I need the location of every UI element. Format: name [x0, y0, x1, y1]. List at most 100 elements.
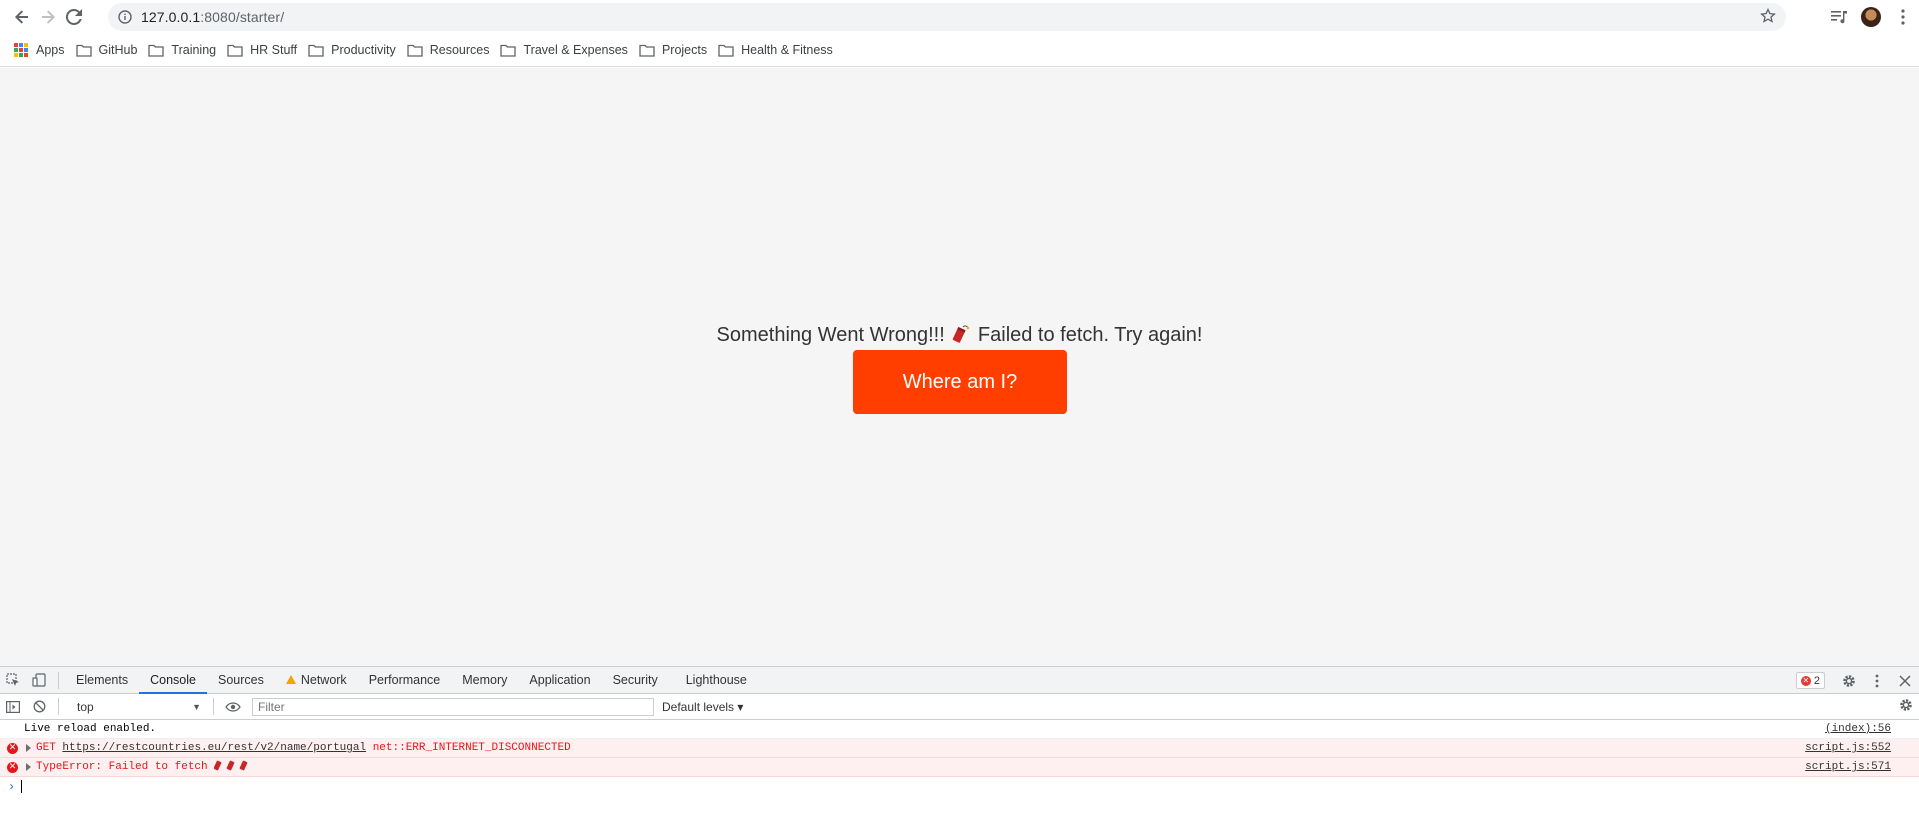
- folder-icon: [718, 44, 734, 57]
- bookmark-label: Travel & Expenses: [523, 43, 628, 57]
- bookmark-productivity[interactable]: Productivity: [306, 37, 405, 63]
- tab-memory[interactable]: Memory: [451, 667, 518, 694]
- bookmark-label: Training: [171, 43, 217, 57]
- divider: [58, 671, 59, 689]
- bookmark-training[interactable]: Training: [146, 37, 225, 63]
- device-toolbar-icon[interactable]: [26, 667, 52, 694]
- error-message-text: TypeError: Failed to fetch: [36, 761, 208, 773]
- log-message: Live reload enabled.: [24, 723, 157, 735]
- console-prompt[interactable]: ›: [0, 777, 1919, 796]
- bookmark-apps[interactable]: Apps: [12, 37, 74, 63]
- folder-icon: [407, 44, 423, 57]
- bookmark-resources[interactable]: Resources: [405, 37, 499, 63]
- error-count: 2: [1813, 674, 1820, 687]
- bookmark-projects[interactable]: Projects: [637, 37, 716, 63]
- bookmark-label: GitHub: [98, 43, 138, 57]
- request-url-link[interactable]: https://restcountries.eu/rest/v2/name/po…: [62, 742, 366, 754]
- error-row[interactable]: ✕ GET https://restcountries.eu/rest/v2/n…: [0, 739, 1919, 758]
- error-icon: ✕: [7, 743, 18, 754]
- info-icon[interactable]: [118, 10, 132, 24]
- folder-icon: [500, 44, 517, 57]
- devtools-close-icon[interactable]: [1891, 667, 1919, 694]
- bookmark-label: HR Stuff: [250, 43, 298, 57]
- media-controls-icon[interactable]: [1823, 2, 1855, 32]
- expand-triangle-icon[interactable]: [26, 744, 31, 752]
- folder-icon: [75, 44, 92, 57]
- clear-console-icon[interactable]: [26, 693, 52, 720]
- error-message: Something Went Wrong!!! Failed to fetch.…: [0, 324, 1919, 347]
- log-row: Live reload enabled. (index):56: [0, 720, 1919, 739]
- log-source-link[interactable]: script.js:571: [1805, 761, 1891, 773]
- bookmark-star-icon[interactable]: [1760, 7, 1776, 29]
- request-method: GET: [36, 742, 56, 754]
- divider: [213, 698, 214, 715]
- bookmark-label: Productivity: [331, 43, 396, 57]
- tab-network[interactable]: Network: [275, 667, 358, 694]
- devtools-settings-icon[interactable]: [1835, 667, 1863, 694]
- text-caret: [21, 780, 23, 793]
- log-source-link[interactable]: (index):56: [1825, 723, 1891, 735]
- url-path: :8080/starter/: [200, 9, 285, 25]
- tab-network-label: Network: [300, 672, 347, 687]
- devtools-menu-icon[interactable]: [1863, 667, 1891, 694]
- devtools-panel: Elements Console Sources Network Perform…: [0, 666, 1919, 832]
- network-error-text: net::ERR_INTERNET_DISCONNECTED: [372, 742, 571, 754]
- reload-icon[interactable]: [61, 4, 87, 30]
- chrome-menu-icon[interactable]: [1887, 2, 1919, 32]
- bookmark-label: Health & Fitness: [741, 43, 833, 57]
- bookmark-label: Resources: [429, 43, 490, 57]
- firecracker-icons: [213, 759, 254, 775]
- url-host: 127.0.0.1: [141, 9, 201, 25]
- context-value: top: [77, 699, 94, 714]
- dropdown-arrow-icon: ▼: [192, 701, 201, 712]
- log-source-link[interactable]: script.js:552: [1805, 742, 1891, 754]
- bookmarks-bar: Apps GitHub Training HR Stuff Productivi…: [0, 34, 1919, 67]
- console-settings-icon[interactable]: [1899, 698, 1913, 717]
- apps-grid-icon: [14, 43, 28, 57]
- expand-triangle-icon[interactable]: [26, 763, 31, 771]
- where-am-i-button[interactable]: Where am I?: [853, 350, 1067, 414]
- address-bar[interactable]: 127.0.0.1:8080/starter/: [108, 3, 1786, 31]
- forward-arrow-icon[interactable]: [35, 4, 61, 30]
- folder-icon: [639, 44, 655, 57]
- page-viewport: Something Went Wrong!!! Failed to fetch.…: [0, 68, 1919, 666]
- profile-avatar[interactable]: [1855, 2, 1887, 32]
- tab-console[interactable]: Console: [139, 667, 207, 694]
- devtools-tab-bar: Elements Console Sources Network Perform…: [0, 667, 1919, 694]
- bookmark-label: Apps: [36, 43, 65, 57]
- folder-icon: [308, 44, 324, 57]
- context-selector[interactable]: top ▼: [71, 697, 207, 717]
- error-icon: ✕: [1800, 675, 1811, 686]
- tab-lighthouse[interactable]: Lighthouse: [675, 667, 758, 694]
- error-icon: ✕: [7, 762, 18, 773]
- browser-toolbar: 127.0.0.1:8080/starter/: [0, 0, 1919, 34]
- bookmark-github[interactable]: GitHub: [74, 37, 147, 63]
- tab-sources[interactable]: Sources: [207, 667, 275, 694]
- live-expression-eye-icon[interactable]: [220, 693, 246, 720]
- folder-icon: [148, 44, 165, 57]
- console-filter-bar: top ▼ Default levels ▾: [0, 694, 1919, 720]
- divider: [58, 698, 59, 715]
- tab-security[interactable]: Security: [602, 667, 669, 694]
- error-message-prefix: Something Went Wrong!!!: [716, 324, 945, 346]
- tab-application[interactable]: Application: [518, 667, 601, 694]
- error-message-suffix: Failed to fetch. Try again!: [977, 324, 1203, 346]
- firecracker-icon: [952, 324, 970, 344]
- log-levels-dropdown[interactable]: Default levels ▾: [662, 700, 743, 714]
- bookmark-label: Projects: [661, 43, 708, 57]
- tab-performance[interactable]: Performance: [358, 667, 452, 694]
- url-text: 127.0.0.1:8080/starter/: [141, 9, 284, 25]
- bookmark-travel-expenses[interactable]: Travel & Expenses: [498, 37, 636, 63]
- warning-icon: [285, 674, 296, 684]
- console-filter-input[interactable]: [252, 697, 654, 716]
- tab-elements[interactable]: Elements: [65, 667, 139, 694]
- bookmark-hr-stuff[interactable]: HR Stuff: [225, 37, 306, 63]
- error-count-badge[interactable]: ✕ 2: [1795, 672, 1825, 689]
- prompt-chevron-icon: ›: [8, 779, 16, 794]
- inspect-element-icon[interactable]: [0, 667, 26, 694]
- back-arrow-icon[interactable]: [9, 4, 35, 30]
- folder-icon: [227, 44, 243, 57]
- sidebar-toggle-icon[interactable]: [0, 693, 26, 720]
- bookmark-health-fitness[interactable]: Health & Fitness: [716, 37, 842, 63]
- error-row[interactable]: ✕ TypeError: Failed to fetch script.js:5…: [0, 758, 1919, 777]
